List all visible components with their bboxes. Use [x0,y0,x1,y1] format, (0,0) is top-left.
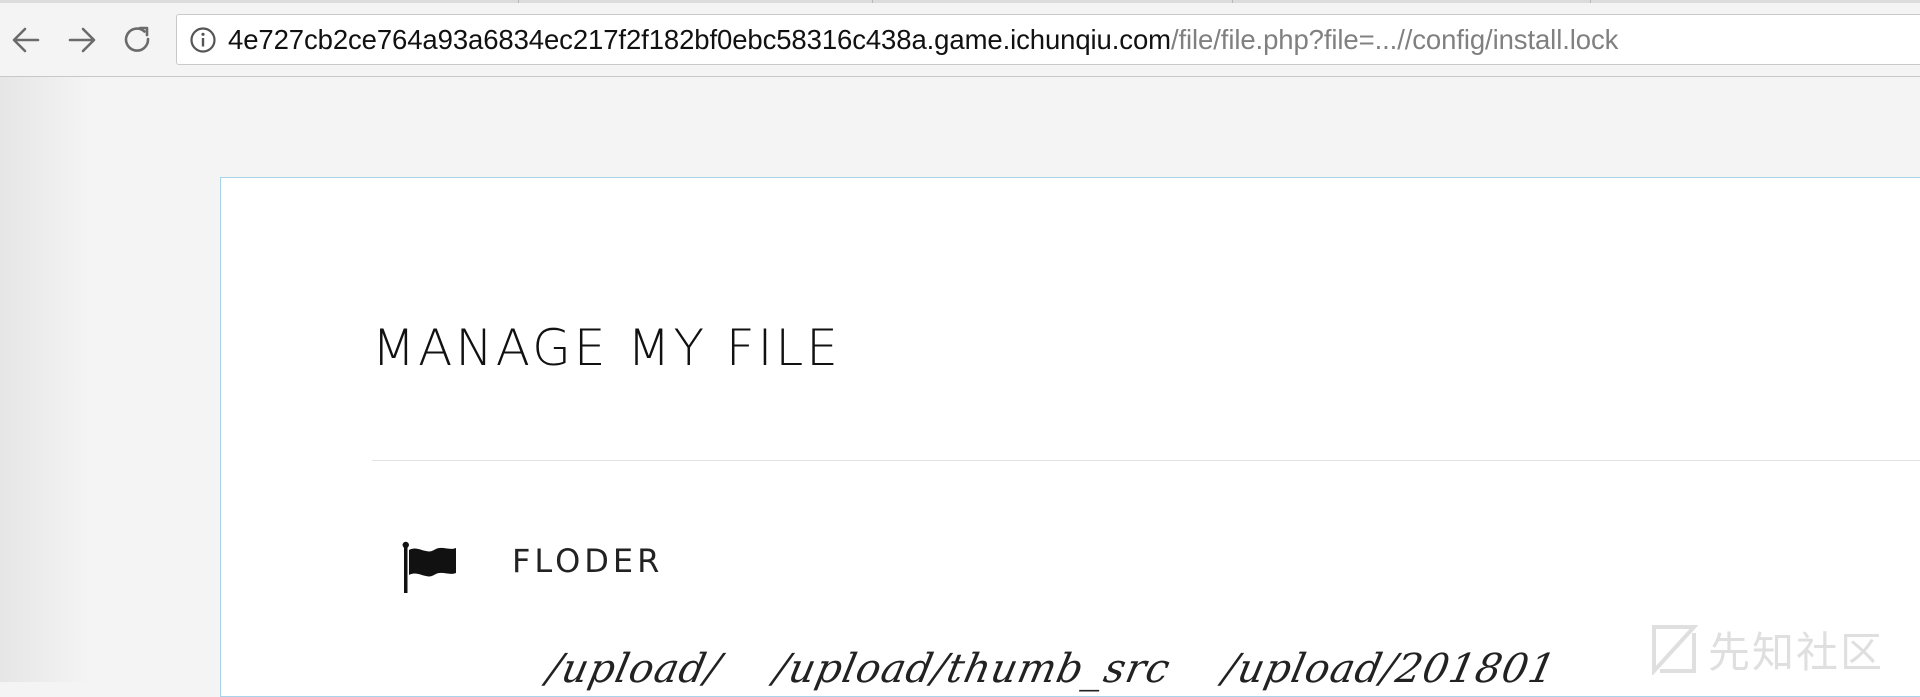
reload-icon [124,26,150,52]
info-icon[interactable] [189,26,217,54]
page-title: MANAGE MY FILE [372,319,841,377]
section-divider [372,460,1920,461]
folder-link-upload[interactable]: /upload/ [543,646,725,692]
folder-section-label: FLODER [512,542,664,580]
page-left-shade [0,77,90,682]
back-button[interactable] [6,20,46,60]
folder-link-thumb-src[interactable]: /upload/thumb_src [770,646,1175,692]
watermark-logo-icon [1652,625,1698,675]
content-card [220,177,1920,697]
browser-toolbar: 4e727cb2ce764a93a6834ec217f2f182bf0ebc58… [0,3,1920,77]
forward-arrow-icon [68,27,96,53]
folder-list: /upload/ /upload/thumb_src /upload/20180… [543,646,1606,692]
address-bar[interactable]: 4e727cb2ce764a93a6834ec217f2f182bf0ebc58… [176,14,1920,65]
back-arrow-icon [12,27,40,53]
folder-link-201801[interactable]: /upload/201801 [1220,646,1561,692]
forward-button[interactable] [62,20,102,60]
url-text[interactable]: 4e727cb2ce764a93a6834ec217f2f182bf0ebc58… [228,15,1618,64]
url-path: /file/file.php?file=...//config/install.… [1170,24,1619,55]
watermark: 先知社区 [1650,622,1884,677]
watermark-text: 先知社区 [1708,627,1885,677]
reload-button[interactable] [118,20,158,60]
flag-icon [402,541,456,593]
url-host: 4e727cb2ce764a93a6834ec217f2f182bf0ebc58… [228,24,1171,55]
